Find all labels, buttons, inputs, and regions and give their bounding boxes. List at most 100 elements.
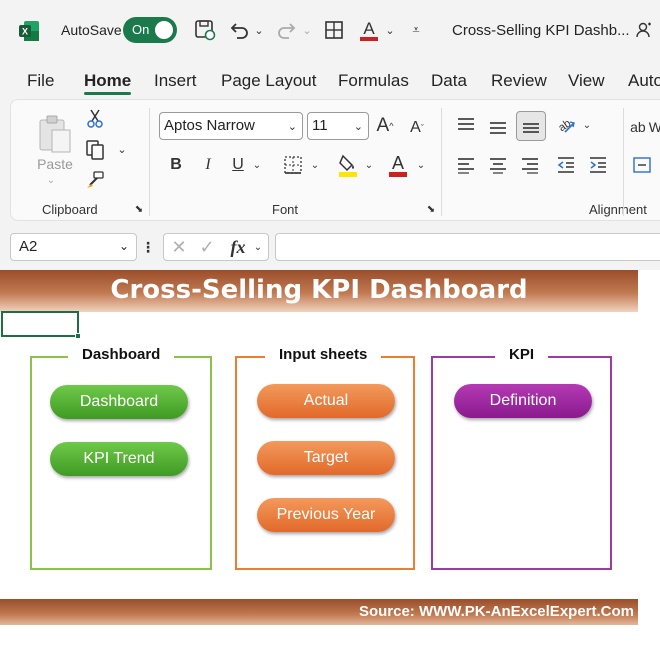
- dashboard-button[interactable]: Dashboard: [50, 385, 188, 419]
- tab-formulas[interactable]: Formulas: [338, 71, 409, 91]
- target-button[interactable]: Target: [257, 441, 395, 475]
- copy-icon[interactable]: [83, 138, 107, 162]
- increase-font-size-icon[interactable]: A ^: [373, 112, 397, 140]
- cancel-icon[interactable]: ✕: [168, 236, 190, 258]
- kpi-panel: KPI Definition: [431, 346, 612, 570]
- font-name-select[interactable]: Aptos Narrow ⌄: [159, 112, 303, 140]
- font-color-icon[interactable]: A: [356, 16, 382, 44]
- align-middle-icon[interactable]: [485, 114, 511, 140]
- title-bar: X AutoSave On ⌄ ⌄ A ⌄ ⩡ Cross-Selling KP…: [0, 0, 660, 60]
- decrease-indent-icon[interactable]: [553, 152, 579, 178]
- autosave-label: AutoSave: [61, 22, 122, 38]
- undo-icon[interactable]: [226, 16, 252, 44]
- font-group-label: Font: [272, 202, 299, 217]
- underline-dropdown-icon[interactable]: ⌄: [251, 158, 263, 172]
- worksheet[interactable]: Cross-Selling KPI Dashboard Dashboard Da…: [0, 270, 660, 658]
- tab-file[interactable]: File: [27, 71, 54, 91]
- undo-dropdown-icon[interactable]: ⌄: [253, 16, 265, 44]
- italic-icon[interactable]: I: [197, 152, 219, 178]
- group-separator: [149, 108, 150, 216]
- font-name-value: Aptos Narrow: [164, 117, 255, 134]
- tab-home[interactable]: Home: [84, 71, 131, 91]
- underline-icon[interactable]: U: [227, 152, 249, 178]
- dashboard-panel: Dashboard Dashboard KPI Trend: [30, 346, 212, 570]
- kpi-trend-button[interactable]: KPI Trend: [50, 442, 188, 476]
- paste-button[interactable]: Paste: [33, 110, 77, 176]
- toggle-knob: [155, 21, 173, 39]
- format-painter-icon[interactable]: [83, 168, 107, 192]
- formula-input[interactable]: [275, 233, 660, 261]
- enter-icon[interactable]: ✓: [196, 236, 218, 258]
- align-left-icon[interactable]: [453, 152, 479, 178]
- dashboard-title: Cross-Selling KPI Dashboard: [110, 275, 528, 305]
- cut-icon[interactable]: [83, 106, 107, 130]
- font-color-ribbon-icon[interactable]: A: [385, 150, 411, 180]
- orientation-dropdown-icon[interactable]: ⌄: [581, 118, 593, 132]
- source-banner: Source: WWW.PK-AnExcelExpert.Com: [0, 599, 638, 625]
- font-size-value: 11: [312, 117, 328, 134]
- align-bottom-icon[interactable]: [516, 111, 546, 141]
- customize-qat-icon[interactable]: ⩡: [406, 16, 426, 44]
- font-color-dropdown-icon[interactable]: ⌄: [384, 16, 396, 44]
- svg-text:A: A: [392, 153, 404, 173]
- svg-text:X: X: [22, 27, 28, 37]
- align-right-icon[interactable]: [517, 152, 543, 178]
- formula-buttons: ✕ ✓ fx ⌄: [163, 233, 269, 261]
- redo-icon[interactable]: [274, 16, 300, 44]
- tab-view[interactable]: View: [568, 71, 605, 91]
- title-banner: Cross-Selling KPI Dashboard: [0, 270, 638, 312]
- fill-color-dropdown-icon[interactable]: ⌄: [363, 158, 375, 172]
- autosave-toggle[interactable]: On: [123, 17, 177, 43]
- orientation-icon[interactable]: ab: [553, 112, 579, 138]
- insert-function-icon[interactable]: fx: [226, 235, 250, 259]
- actual-button[interactable]: Actual: [257, 384, 395, 418]
- borders-ribbon-icon[interactable]: [281, 152, 305, 178]
- clipboard-group-label: Clipboard: [42, 202, 98, 217]
- borders-dropdown-icon[interactable]: ⌄: [309, 158, 321, 172]
- account-icon[interactable]: [632, 16, 656, 44]
- excel-logo-icon: X: [19, 21, 39, 41]
- name-box[interactable]: A2 ⌄: [10, 233, 137, 261]
- more-options-icon[interactable]: ⋮: [141, 237, 155, 257]
- paste-dropdown-icon[interactable]: ⌄: [41, 174, 61, 186]
- tab-insert[interactable]: Insert: [154, 71, 197, 91]
- previous-year-button[interactable]: Previous Year: [257, 498, 395, 532]
- chevron-down-icon: ⌄: [118, 239, 129, 253]
- fill-handle[interactable]: [75, 333, 81, 339]
- active-tab-indicator: [84, 92, 131, 95]
- align-center-icon[interactable]: [485, 152, 511, 178]
- decrease-font-size-icon[interactable]: Aˇ: [405, 114, 429, 142]
- align-top-icon[interactable]: [453, 112, 479, 138]
- wrap-text-icon[interactable]: ab W: [630, 114, 660, 140]
- redo-dropdown-icon[interactable]: ⌄: [301, 16, 313, 44]
- clipboard-launcher-icon[interactable]: ⬊: [133, 203, 145, 215]
- borders-icon[interactable]: [321, 16, 347, 44]
- panel-title: Input sheets: [265, 346, 382, 363]
- definition-button[interactable]: Definition: [454, 384, 592, 418]
- paste-icon: [39, 115, 71, 153]
- font-launcher-icon[interactable]: ⬊: [425, 203, 437, 215]
- tab-automate[interactable]: Auto: [628, 71, 660, 91]
- tab-page-layout[interactable]: Page Layout: [221, 71, 316, 91]
- function-dropdown-icon[interactable]: ⌄: [252, 240, 264, 254]
- group-separator: [441, 108, 442, 216]
- font-color-dropdown-icon[interactable]: ⌄: [415, 158, 427, 172]
- increase-indent-icon[interactable]: [585, 152, 611, 178]
- sheet-gutter: [638, 270, 660, 658]
- bold-icon[interactable]: B: [165, 152, 187, 178]
- paste-label: Paste: [37, 156, 73, 172]
- merge-center-icon[interactable]: [631, 154, 653, 176]
- font-size-select[interactable]: 11 ⌄: [307, 112, 369, 140]
- copy-dropdown-icon[interactable]: ⌄: [115, 142, 129, 156]
- document-title: Cross-Selling KPI Dashb...: [452, 22, 630, 39]
- tab-data[interactable]: Data: [431, 71, 467, 91]
- tab-review[interactable]: Review: [491, 71, 547, 91]
- chevron-down-icon: ⌄: [353, 121, 363, 133]
- ribbon: Paste ⌄ ⌄ Clipboard ⬊ Aptos Narrow ⌄ 11 …: [10, 99, 660, 221]
- panel-title: KPI: [495, 346, 549, 363]
- fill-color-icon[interactable]: [335, 150, 361, 180]
- save-icon[interactable]: [192, 16, 218, 44]
- svg-text:A: A: [363, 19, 375, 38]
- chevron-down-icon: ⌄: [287, 121, 297, 133]
- selected-cell[interactable]: [1, 311, 81, 339]
